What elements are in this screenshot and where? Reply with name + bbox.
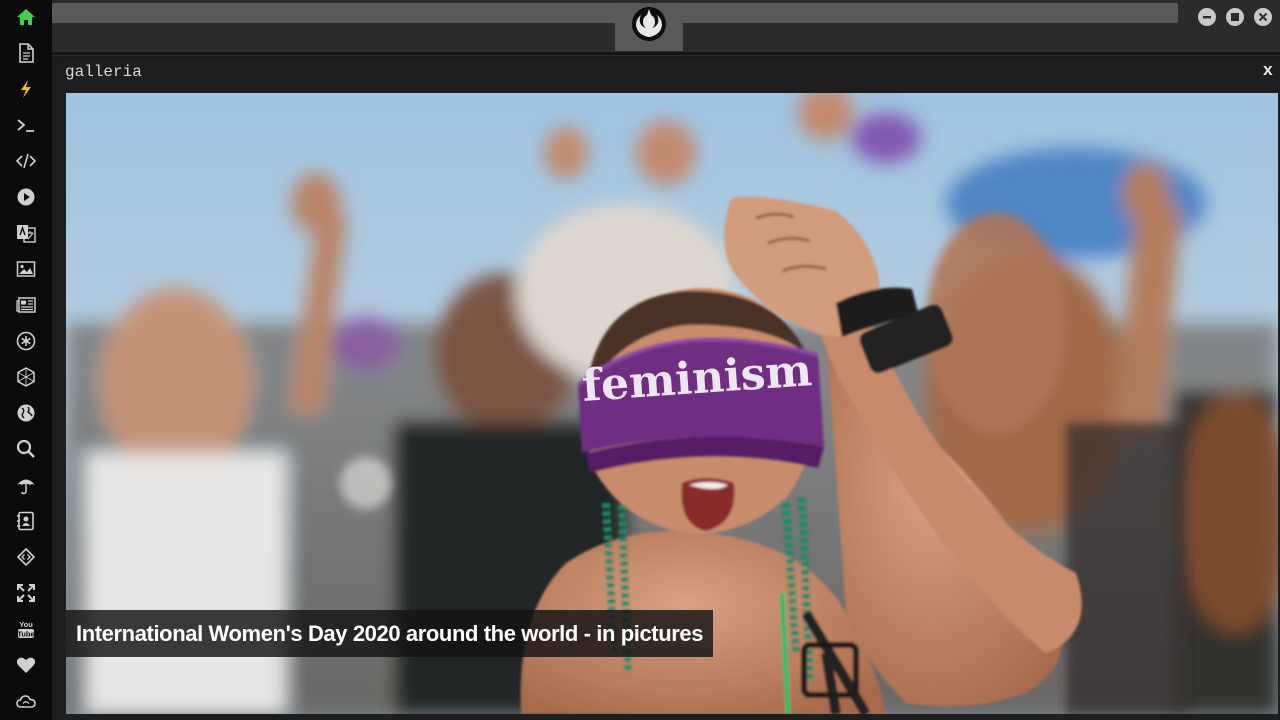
panel-title: galleria	[65, 63, 142, 81]
gallery-caption: International Women's Day 2020 around th…	[66, 610, 714, 657]
play-circle-icon[interactable]	[13, 186, 39, 208]
top-bar-divider	[52, 52, 1280, 55]
svg-text:You: You	[19, 620, 33, 629]
expand-icon[interactable]	[13, 582, 39, 604]
sidebar: You Tube	[0, 0, 52, 720]
panel-close-button[interactable]: x	[1263, 62, 1273, 81]
maximize-icon[interactable]	[1226, 8, 1244, 26]
search-icon[interactable]	[13, 438, 39, 460]
hexagon-icon[interactable]	[13, 366, 39, 388]
newspaper-icon[interactable]	[13, 294, 39, 316]
home-icon[interactable]	[13, 6, 39, 28]
gallery-image[interactable]: feminism International Women's Day 2020 …	[66, 93, 1278, 714]
gallery-panel: galleria x feminism International Women'…	[58, 60, 1280, 720]
asterisk-circle-icon[interactable]	[13, 330, 39, 352]
globe-icon[interactable]	[13, 402, 39, 424]
image-icon[interactable]	[13, 258, 39, 280]
close-icon[interactable]	[1254, 8, 1272, 26]
rebel-alliance-icon	[632, 7, 666, 41]
logo-tab[interactable]	[615, 3, 683, 51]
cloud-icon[interactable]	[13, 690, 39, 712]
heart-icon[interactable]	[13, 654, 39, 676]
document-icon[interactable]	[13, 42, 39, 64]
code-icon[interactable]	[13, 150, 39, 172]
lightning-icon[interactable]	[13, 78, 39, 100]
youtube-icon[interactable]: You Tube	[13, 618, 39, 640]
svg-text:Tube: Tube	[17, 629, 34, 638]
terminal-icon[interactable]	[13, 114, 39, 136]
code-diamond-icon[interactable]	[13, 546, 39, 568]
minimize-icon[interactable]	[1198, 8, 1216, 26]
translate-icon[interactable]	[13, 222, 39, 244]
umbrella-icon[interactable]	[13, 474, 39, 496]
address-book-icon[interactable]	[13, 510, 39, 532]
